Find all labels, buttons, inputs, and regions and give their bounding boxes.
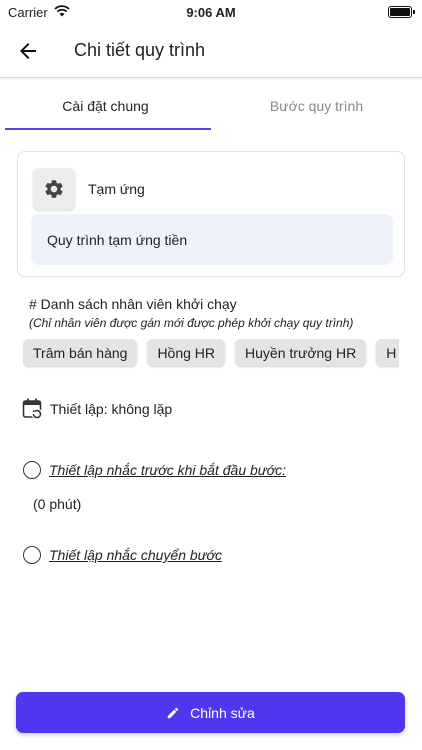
reminder-move-step-radio[interactable] [23, 546, 41, 564]
launcher-chip[interactable]: Trâm bán hàng [23, 339, 138, 366]
status-bar: Carrier 9:06 AM [0, 0, 422, 24]
tab-process-steps[interactable]: Bước quy trình [211, 80, 422, 132]
battery-icon [388, 6, 415, 18]
edit-button[interactable]: Chỉnh sửa [16, 692, 405, 733]
launchers-heading: # Danh sách nhân viên khởi chạy [29, 296, 237, 312]
reminder-before-step-label[interactable]: Thiết lập nhắc trước khi bắt đầu bước: [49, 462, 286, 478]
repeat-setting: Thiết lập: không lặp [22, 397, 172, 421]
status-time: 9:06 AM [186, 4, 236, 20]
edit-button-label: Chỉnh sửa [190, 704, 255, 721]
reminder-before-step-value: (0 phút) [33, 496, 82, 512]
process-name: Tạm ứng [88, 181, 145, 197]
calendar-repeat-icon [22, 398, 43, 420]
launcher-chip[interactable]: Hồng HR [147, 339, 226, 366]
launcher-chip-list[interactable]: Trâm bán hàng Hồng HR Huyền trưởng HR H [23, 339, 399, 369]
arrow-left-icon [20, 42, 36, 59]
tab-bar: Cài đặt chung Bước quy trình [0, 80, 422, 132]
app-header: Chi tiết quy trình [0, 24, 422, 78]
reminder-before-step-option[interactable]: Thiết lập nhắc trước khi bắt đầu bước: [23, 461, 286, 479]
launcher-chip[interactable]: H [376, 339, 399, 366]
settings-button[interactable] [33, 168, 75, 210]
reminder-move-step-label[interactable]: Thiết lập nhắc chuyển bước [49, 547, 222, 563]
reminder-move-step-option[interactable]: Thiết lập nhắc chuyển bước [23, 546, 222, 564]
launcher-chip[interactable]: Huyền trưởng HR [235, 339, 367, 366]
gear-icon [45, 180, 63, 198]
tab-general-settings[interactable]: Cài đặt chung [0, 80, 211, 132]
back-button[interactable] [0, 24, 56, 78]
launchers-note: (Chỉ nhân viên được gán mới được phép kh… [29, 316, 354, 330]
page-title: Chi tiết quy trình [74, 40, 206, 60]
reminder-before-step-radio[interactable] [23, 461, 41, 479]
process-card: Tạm ứng Quy trình tạm ứng tiền [17, 151, 405, 277]
process-description: Quy trình tạm ứng tiền [31, 214, 393, 265]
repeat-label: Thiết lập: không lặp [50, 401, 173, 417]
pencil-icon [167, 707, 179, 718]
